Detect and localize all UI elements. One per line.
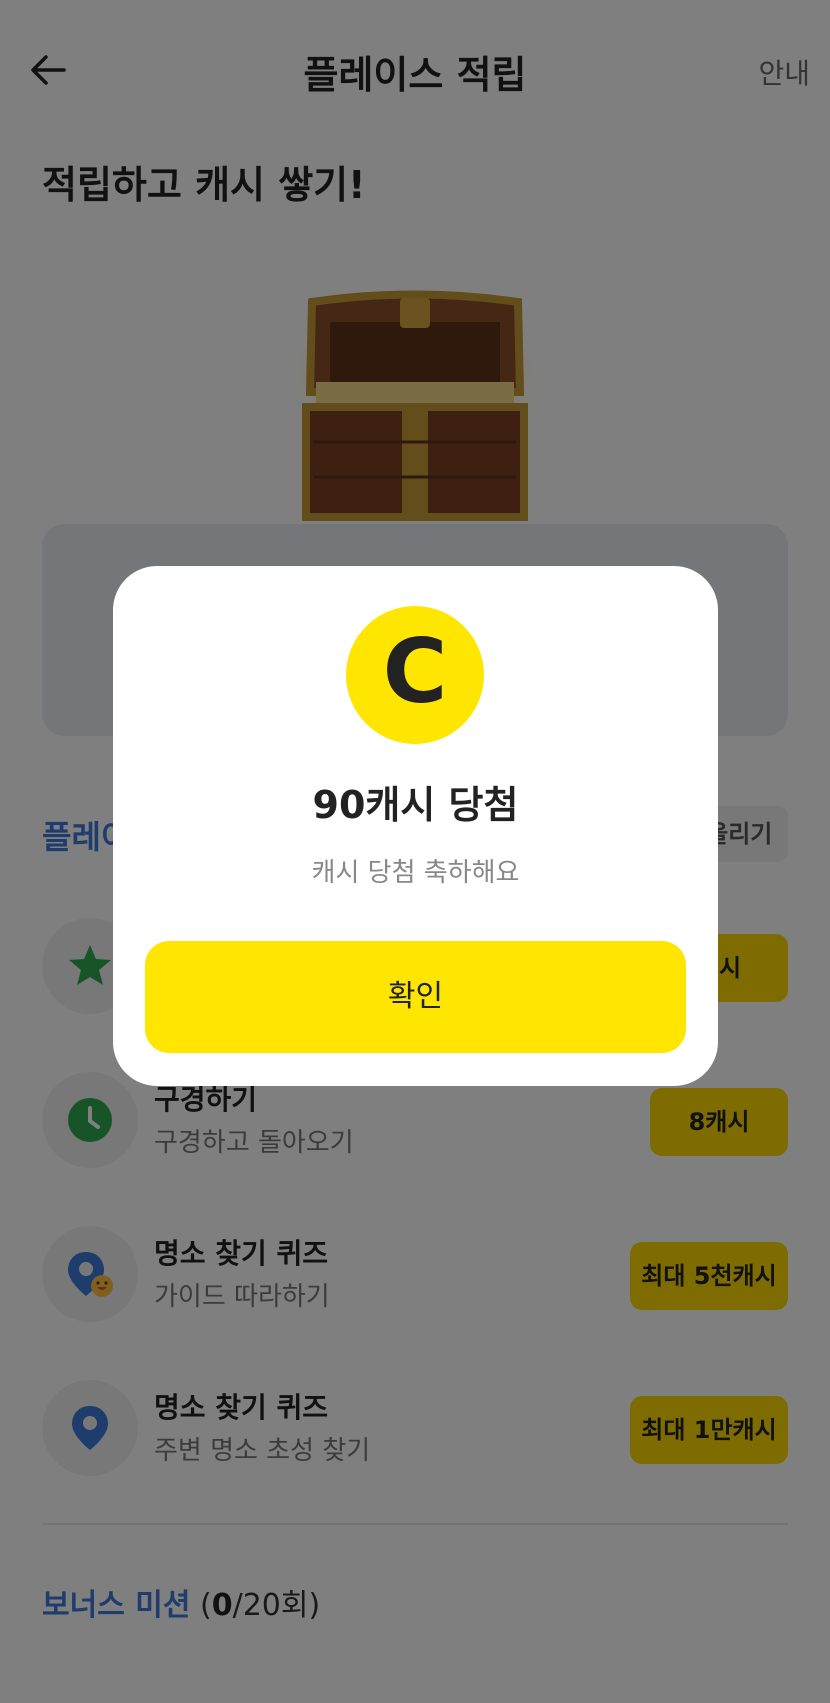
reward-modal: C 90캐시 당첨 캐시 당첨 축하해요 확인 bbox=[113, 566, 718, 1086]
coin-letter: C bbox=[383, 620, 448, 723]
modal-title: 90캐시 당첨 bbox=[312, 783, 519, 827]
cash-coin-icon: C bbox=[346, 606, 484, 744]
place-earn-screen: 플레이스 적립 안내 적립하고 캐시 쌓기! 플레이스 미션 알림 올리기 bbox=[0, 0, 830, 1703]
modal-subtitle: 캐시 당첨 축하해요 bbox=[311, 858, 520, 888]
confirm-button[interactable]: 확인 bbox=[145, 941, 686, 1053]
